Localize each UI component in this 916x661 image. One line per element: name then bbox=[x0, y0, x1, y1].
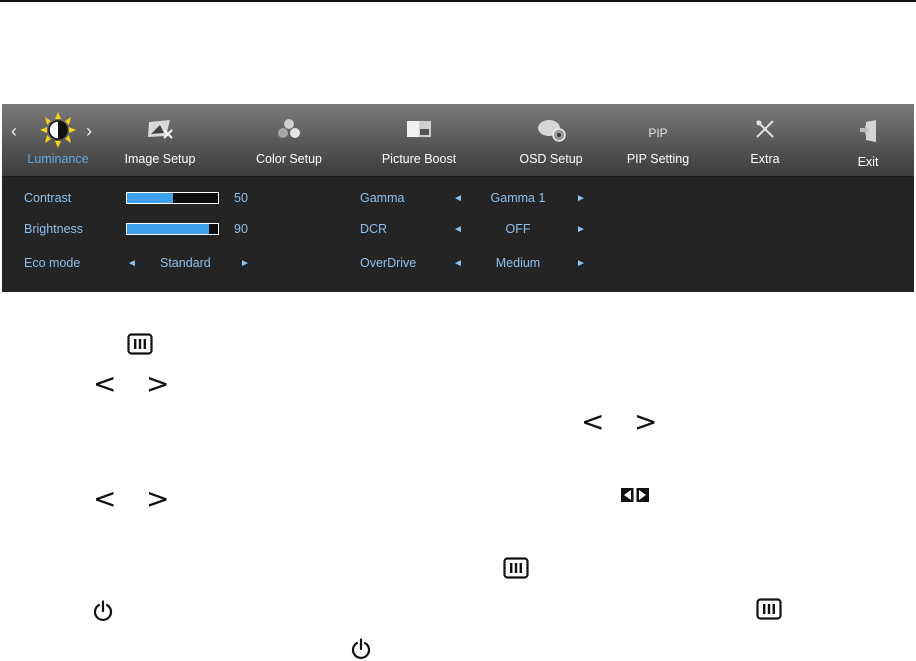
overdrive-value: Medium bbox=[495, 256, 541, 270]
tab-luminance[interactable]: Luminance bbox=[22, 104, 94, 176]
contrast-label: Contrast bbox=[24, 191, 72, 205]
tab-osd-setup[interactable]: OSD Setup bbox=[510, 104, 592, 176]
sun-icon bbox=[40, 112, 76, 148]
menu-button-icon bbox=[127, 333, 153, 355]
tab-pip-setting[interactable]: PIP PIP Setting bbox=[616, 104, 700, 176]
eco-mode-right-arrow-icon[interactable]: ► bbox=[240, 258, 250, 269]
tab-label: OSD Setup bbox=[519, 152, 583, 166]
contrast-value: 50 bbox=[234, 191, 248, 205]
brightness-slider[interactable] bbox=[126, 223, 219, 235]
tab-color-setup[interactable]: Color Setup bbox=[248, 104, 330, 176]
menu-button-icon bbox=[756, 598, 782, 620]
tab-prev-arrow-icon[interactable]: ‹ bbox=[11, 122, 17, 140]
menu-button-icon bbox=[503, 557, 529, 579]
dcr-label: DCR bbox=[360, 222, 388, 236]
overdrive-label: OverDrive bbox=[360, 256, 417, 270]
gamma-value: Gamma 1 bbox=[490, 191, 546, 205]
left-button-icon: < bbox=[581, 405, 605, 438]
picture-boost-icon bbox=[407, 121, 431, 137]
tab-label: Color Setup bbox=[255, 152, 322, 166]
dcr-value: OFF bbox=[505, 222, 531, 236]
tab-image-setup[interactable]: Image Setup bbox=[118, 104, 202, 176]
brightness-label: Brightness bbox=[24, 222, 84, 236]
image-setup-icon bbox=[148, 120, 173, 139]
brightness-value: 90 bbox=[234, 222, 248, 236]
osd-setup-icon bbox=[538, 120, 566, 142]
color-dots-icon bbox=[278, 119, 300, 138]
source-enter-button-icon bbox=[621, 488, 649, 502]
contrast-slider-fill bbox=[127, 193, 173, 203]
right-button-icon: > bbox=[146, 367, 170, 400]
dcr-right-arrow-icon[interactable]: ► bbox=[576, 224, 586, 235]
gamma-label: Gamma bbox=[360, 191, 405, 205]
exit-door-icon bbox=[860, 120, 876, 142]
right-button-icon: > bbox=[146, 482, 170, 515]
power-button-icon bbox=[351, 638, 371, 660]
pip-icon: PIP bbox=[648, 126, 668, 140]
tab-label: Picture Boost bbox=[381, 152, 457, 166]
tab-exit[interactable]: Exit bbox=[840, 104, 896, 176]
left-button-icon: < bbox=[93, 482, 117, 515]
eco-mode-label: Eco mode bbox=[24, 256, 81, 270]
tab-extra[interactable]: Extra bbox=[734, 104, 796, 176]
gamma-right-arrow-icon[interactable]: ► bbox=[576, 193, 586, 204]
extra-tools-icon bbox=[756, 120, 774, 138]
power-button-icon bbox=[93, 600, 113, 622]
eco-mode-value: Standard bbox=[160, 256, 211, 270]
overdrive-right-arrow-icon[interactable]: ► bbox=[576, 258, 586, 269]
left-button-icon: < bbox=[93, 367, 117, 400]
tab-label: PIP Setting bbox=[626, 152, 690, 166]
right-button-icon: > bbox=[634, 405, 658, 438]
osd-tab-bar: ‹ › Luminance Image Setup Color Setup Pi… bbox=[2, 104, 914, 177]
tab-picture-boost[interactable]: Picture Boost bbox=[374, 104, 464, 176]
luminance-settings: Contrast 50 Brightness 90 Eco mode ◄ Sta… bbox=[2, 177, 914, 292]
brightness-slider-fill bbox=[127, 224, 209, 234]
tab-label: Exit bbox=[857, 155, 879, 169]
osd-menu: ‹ › Luminance Image Setup Color Setup Pi… bbox=[2, 104, 914, 292]
gamma-left-arrow-icon[interactable]: ◄ bbox=[453, 193, 463, 204]
tab-label: Image Setup bbox=[124, 152, 196, 166]
contrast-slider[interactable] bbox=[126, 192, 219, 204]
overdrive-left-arrow-icon[interactable]: ◄ bbox=[453, 258, 463, 269]
dcr-left-arrow-icon[interactable]: ◄ bbox=[453, 224, 463, 235]
top-rule bbox=[0, 0, 916, 2]
tab-label: Luminance bbox=[27, 152, 89, 166]
tab-label: Extra bbox=[750, 152, 780, 166]
eco-mode-left-arrow-icon[interactable]: ◄ bbox=[127, 258, 137, 269]
